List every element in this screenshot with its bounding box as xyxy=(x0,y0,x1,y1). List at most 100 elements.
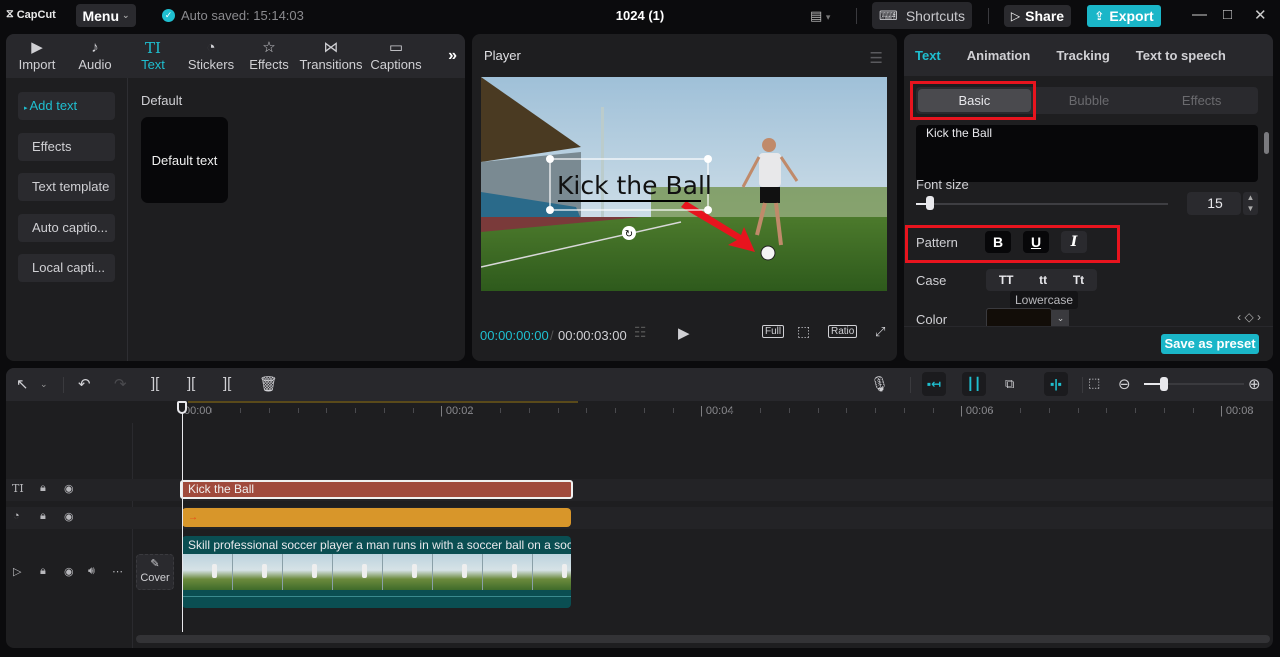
tab-audio[interactable]: ♪ Audio xyxy=(66,34,124,78)
layout-button[interactable]: ▤ ▾ xyxy=(810,8,830,24)
export-button[interactable]: ⇪ Export xyxy=(1087,5,1161,27)
text-content-input[interactable]: Kick the Ball xyxy=(916,125,1258,182)
frames-grid-icon[interactable]: ☷ xyxy=(634,324,647,341)
chevron-down-icon[interactable]: ⌄ xyxy=(40,379,48,390)
ruler-tick xyxy=(644,408,646,413)
split-icon[interactable]: ][ xyxy=(151,375,159,392)
split-left-icon[interactable]: ][ xyxy=(187,375,195,392)
save-as-preset-button[interactable]: Save as preset xyxy=(1161,334,1259,354)
video-clip[interactable]: Skill professional soccer player a man r… xyxy=(182,536,571,608)
eye-icon[interactable]: ◉ xyxy=(64,565,74,578)
lock-icon[interactable]: 🔒︎ xyxy=(40,482,46,495)
effect-track-icon: ◔ xyxy=(13,510,20,522)
hamburger-menu-icon[interactable]: ☰ xyxy=(870,49,883,67)
sidebar-item-auto-captions[interactable]: Auto captio... xyxy=(18,214,115,242)
playhead[interactable] xyxy=(182,408,183,632)
tab-text-to-speech[interactable]: Text to speech xyxy=(1136,48,1226,63)
undo-icon[interactable]: ↶ xyxy=(78,375,91,393)
auto-snap-button[interactable]: ▪↤ xyxy=(922,372,946,396)
play-button[interactable]: ▶ xyxy=(678,324,690,342)
tab-transitions[interactable]: ⋈ Transitions xyxy=(298,34,364,78)
eye-icon[interactable]: ◉ xyxy=(64,510,74,523)
more-icon[interactable]: ⋯ xyxy=(112,565,123,578)
ratio-label: Ratio xyxy=(828,325,858,338)
ruler-tick xyxy=(846,408,848,413)
timeline-horizontal-scrollbar[interactable] xyxy=(136,635,1270,643)
minimize-button[interactable]: — xyxy=(1192,6,1207,23)
time-ruler[interactable]: 00:00 | 00:02 | 00:04 | 00:06 | 00:08 xyxy=(132,401,1273,423)
full-label: Full xyxy=(762,325,785,338)
tab-animation[interactable]: Animation xyxy=(967,48,1031,63)
close-button[interactable]: ✕ xyxy=(1254,6,1267,24)
select-tool-icon[interactable]: ↖ xyxy=(16,375,29,393)
ruler-tick xyxy=(586,408,588,413)
inspector-scrollbar[interactable] xyxy=(1264,132,1269,154)
cover-button[interactable]: ✎ Cover xyxy=(136,554,174,590)
redo-icon[interactable]: ↷ xyxy=(114,375,127,393)
sidebar-item-text-template[interactable]: Text template xyxy=(18,173,115,201)
default-text-card[interactable]: Default text xyxy=(141,117,228,203)
screen-zoom-icon[interactable]: ⬚ xyxy=(1088,375,1100,391)
shortcuts-button[interactable]: ⌨ Shortcuts xyxy=(872,2,972,29)
split-right-icon[interactable]: ][ xyxy=(223,375,231,392)
effect-clip[interactable]: → xyxy=(182,508,571,527)
zoom-preview-icon[interactable]: ⬚ xyxy=(797,323,810,340)
magnet-button[interactable]: ┃┃ xyxy=(962,372,986,396)
ratio-button[interactable]: Ratio xyxy=(828,325,858,338)
sidebar-item-local-captions[interactable]: Local capti... xyxy=(18,254,115,282)
microphone-icon[interactable]: 🎙︎ xyxy=(870,375,889,393)
font-size-stepper[interactable]: ▲ ▼ xyxy=(1243,192,1258,215)
timeline-zoom-slider[interactable] xyxy=(1144,383,1244,385)
more-tabs-icon[interactable]: » xyxy=(448,47,457,65)
subtab-effects[interactable]: Effects xyxy=(1145,87,1258,114)
keyframe-icon[interactable]: ‹ ◇ › xyxy=(1237,310,1261,324)
thumbnail-player xyxy=(562,564,567,578)
font-size-input[interactable]: 15 xyxy=(1187,192,1241,215)
tab-captions[interactable]: ▭ Captions xyxy=(364,34,428,78)
ruler-tick xyxy=(384,408,386,413)
tab-label: Effects xyxy=(249,57,289,72)
captions-icon: ▭ xyxy=(388,39,404,56)
share-button[interactable]: ▷ Share xyxy=(1004,5,1071,27)
link-icon[interactable]: ⧉ xyxy=(1005,376,1014,392)
zoom-out-icon[interactable]: ⊖ xyxy=(1118,375,1131,393)
tab-effects[interactable]: ☆ Effects xyxy=(240,34,298,78)
subtab-bubble[interactable]: Bubble xyxy=(1033,87,1146,114)
ruler-tick xyxy=(1135,408,1137,413)
svg-text:↻: ↻ xyxy=(625,229,633,240)
video-track-icon: ▷ xyxy=(13,566,22,578)
preview-axis-button[interactable]: ▪|▪ xyxy=(1044,372,1068,396)
delete-icon[interactable]: 🗑︎ xyxy=(259,375,278,393)
full-quality-button[interactable]: Full xyxy=(762,325,785,338)
media-panel: ▶︎ Import ♪ Audio TI Text ◔ Stickers ☆ E… xyxy=(6,34,465,361)
menu-button[interactable]: Menu ⌄ xyxy=(76,4,136,27)
titlecase-button[interactable]: Tt xyxy=(1073,269,1084,291)
zoom-in-icon[interactable]: ⊕ xyxy=(1248,375,1261,393)
uppercase-button[interactable]: TT xyxy=(999,269,1014,291)
sidebar-item-effects[interactable]: Effects xyxy=(18,133,115,161)
tab-text-props[interactable]: Text xyxy=(915,48,941,63)
tab-text[interactable]: TI Text xyxy=(124,34,182,78)
lock-icon[interactable]: 🔒︎ xyxy=(40,565,46,578)
fullscreen-icon[interactable]: ⤢ xyxy=(875,324,885,340)
ruler-tick xyxy=(210,408,212,413)
color-dropdown-icon[interactable]: ⌄ xyxy=(1052,310,1069,326)
font-size-slider[interactable] xyxy=(916,203,1168,205)
maximize-button[interactable]: □ xyxy=(1223,6,1232,23)
lock-icon[interactable]: 🔒︎ xyxy=(40,510,46,523)
eye-icon[interactable]: ◉ xyxy=(64,482,74,495)
audio-mute-icon[interactable]: 🔊︎ xyxy=(88,565,95,578)
timeline-zoom-handle[interactable] xyxy=(1160,377,1168,391)
tab-stickers[interactable]: ◔ Stickers xyxy=(182,34,240,78)
font-size-slider-handle[interactable] xyxy=(926,196,935,210)
shortcuts-label: Shortcuts xyxy=(905,7,965,24)
tab-tracking[interactable]: Tracking xyxy=(1056,48,1109,63)
video-preview[interactable]: ↻ Kick the Ball xyxy=(481,77,887,291)
lowercase-button[interactable]: tt xyxy=(1039,269,1047,291)
text-clip[interactable]: Kick the Ball xyxy=(180,480,573,499)
divider xyxy=(910,377,911,393)
thumbnail-player xyxy=(462,564,467,578)
playhead-handle[interactable] xyxy=(177,401,187,414)
tab-import[interactable]: ▶︎ Import xyxy=(8,34,66,78)
sidebar-item-add-text[interactable]: ▸ Add text xyxy=(18,92,115,120)
